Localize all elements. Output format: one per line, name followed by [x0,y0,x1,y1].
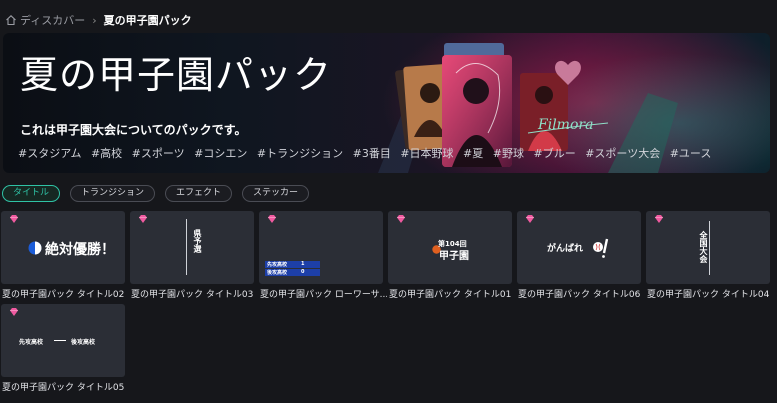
filter-sticker[interactable]: ステッカー [242,185,310,202]
asset-card[interactable]: 全国大会 夏の甲子園パック タイトル04 [646,211,770,300]
preview-text: がんばれ [547,244,584,254]
breadcrumb: ディスカバー › 夏の甲子園パック [5,12,192,28]
preview-text: 絶対優勝！ [45,242,115,258]
tag: #日本野球 [400,147,454,160]
breadcrumb-root-link[interactable]: ディスカバー [20,12,85,28]
tag: #コシエン [194,147,248,160]
asset-card[interactable]: 先攻高校 後攻高校 1 0 夏の甲子園パック ローワーサ... [259,211,387,300]
asset-thumbnail[interactable]: 先攻高校 後攻高校 [1,304,125,377]
banner-description: これは甲子園大会についてのパックです。 [20,123,247,137]
preview-text: 全国大会 [699,231,708,263]
home-icon[interactable] [5,14,17,26]
asset-card-label: 夏の甲子園パック タイトル06 [518,290,641,300]
tag: #高校 [90,147,123,160]
premium-gem-icon [139,215,147,223]
breadcrumb-separator: › [92,13,97,27]
premium-gem-icon [268,215,276,223]
asset-thumbnail[interactable]: 先攻高校 後攻高校 1 0 [259,211,383,284]
filter-title[interactable]: タイトル [2,185,61,202]
asset-card[interactable]: 先攻高校 後攻高校 夏の甲子園パック タイトル05 [1,304,125,393]
breadcrumb-current: 夏の甲子園パック [103,14,192,27]
premium-gem-icon [526,215,534,223]
premium-gem-icon [397,215,405,223]
asset-thumbnail[interactable]: 絶対優勝！ [1,211,125,284]
asset-card[interactable]: 絶対優勝！ 夏の甲子園パック タイトル02 [1,211,125,300]
asset-thumbnail[interactable]: 県予選 [130,211,254,284]
asset-card-label: 夏の甲子園パック タイトル04 [647,290,770,300]
asset-card-label: 夏の甲子園パック タイトル01 [389,290,512,300]
preview-team-a: 先攻高校 [19,339,44,346]
preview-text: 甲子園 [439,251,469,262]
preview-team-a: 先攻高校 [267,262,288,268]
premium-gem-icon [655,215,663,223]
baseball-icon [28,241,42,255]
tag: #夏 [463,147,484,160]
preview-team-b: 後攻高校 [71,339,96,346]
tag: #スポーツ大会 [585,147,661,160]
asset-card[interactable]: 県予選 夏の甲子園パック タイトル03 [130,211,254,300]
tag: #野球 [492,147,524,160]
premium-gem-icon [10,308,18,316]
tag: #3番目 [352,147,391,160]
asset-card[interactable]: がんばれ 夏の甲子園パック タイトル06 [517,211,641,300]
asset-thumbnail[interactable]: 全国大会 [646,211,770,284]
asset-thumbnail[interactable]: 第104回 甲子園 [388,211,512,284]
premium-gem-icon [10,215,18,223]
filter-effect[interactable]: エフェクト [165,185,233,202]
preview-score-b: 0 [301,269,305,275]
filter-transition[interactable]: トランジション [70,185,156,202]
asset-card-label: 夏の甲子園パック タイトル05 [2,383,125,393]
category-filters: タイトル トランジション エフェクト ステッカー [2,185,310,202]
asset-thumbnail[interactable]: がんばれ [517,211,641,284]
preview-score-a: 1 [301,261,305,267]
preview-text: 県予選 [193,229,202,253]
tag: #スタジアム [18,147,82,160]
baseball-icon [593,238,609,258]
asset-card-label: 夏の甲子園パック ローワーサ... [260,290,387,300]
tag: #ユース [669,147,712,160]
asset-card-label: 夏の甲子園パック タイトル03 [131,290,254,300]
banner-tags: #スタジアム #高校 #スポーツ #コシエン #トランジション #3番目 #日本… [18,145,717,161]
tag: #ブルー [533,147,576,160]
asset-card-label: 夏の甲子園パック タイトル02 [2,290,125,300]
tag: #スポーツ [131,147,185,160]
banner-title: 夏の甲子園パック [20,53,333,97]
hero-banner: Filmora 夏の甲子園パック これは甲子園大会についてのパックです。 #スタ… [3,33,770,173]
asset-card[interactable]: 第104回 甲子園 夏の甲子園パック タイトル01 [388,211,512,300]
tag: #トランジション [256,147,344,160]
preview-team-b: 後攻高校 [267,270,288,276]
